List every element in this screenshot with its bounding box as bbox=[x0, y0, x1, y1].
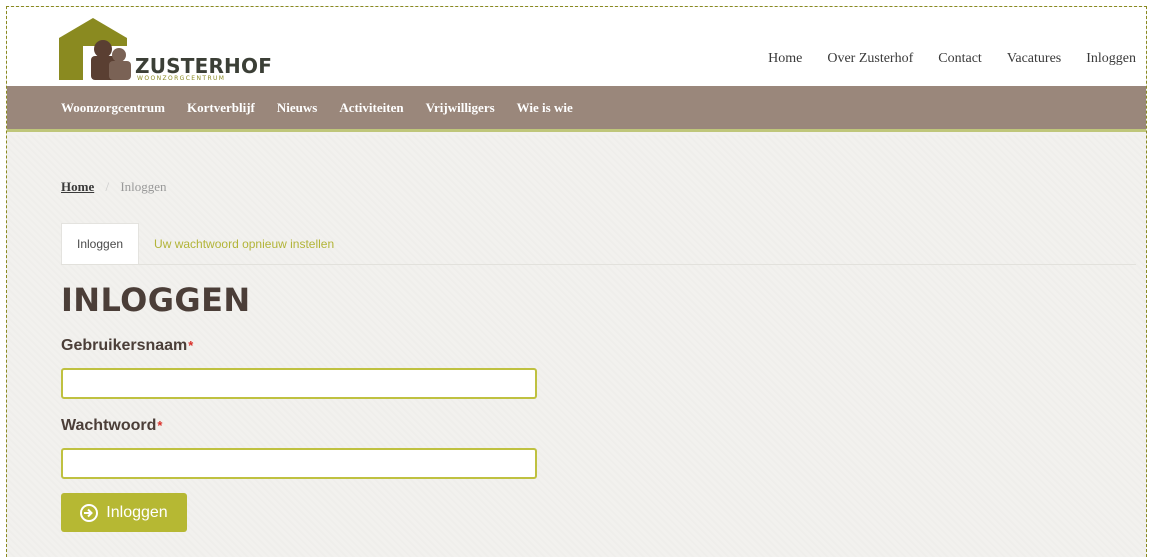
main-nav-nieuws[interactable]: Nieuws bbox=[277, 100, 317, 116]
username-input[interactable] bbox=[61, 368, 537, 399]
password-label-text: Wachtwoord bbox=[61, 417, 157, 434]
tab-inloggen[interactable]: Inloggen bbox=[61, 223, 140, 264]
login-tabs: Inloggen Uw wachtwoord opnieuw instellen bbox=[61, 223, 1136, 265]
page-frame: ZUSTERHOF WOONZORGCENTRUM Home Over Zust… bbox=[6, 6, 1147, 557]
breadcrumb-separator: / bbox=[105, 179, 110, 194]
top-nav-vacatures[interactable]: Vacatures bbox=[992, 51, 1071, 67]
tab-reset-password[interactable]: Uw wachtwoord opnieuw instellen bbox=[139, 223, 349, 264]
main-nav-vrijwilligers[interactable]: Vrijwilligers bbox=[426, 100, 495, 116]
breadcrumb: Home / Inloggen bbox=[61, 179, 167, 195]
top-nav-over-zusterhof[interactable]: Over Zusterhof bbox=[812, 51, 923, 67]
top-nav-contact[interactable]: Contact bbox=[923, 51, 992, 67]
username-label: Gebruikersnaam* bbox=[61, 337, 193, 355]
site-header: ZUSTERHOF WOONZORGCENTRUM Home Over Zust… bbox=[7, 7, 1146, 86]
site-logo[interactable]: ZUSTERHOF WOONZORGCENTRUM bbox=[57, 16, 287, 82]
breadcrumb-home-link[interactable]: Home bbox=[61, 179, 94, 194]
page-title: INLOGGEN bbox=[61, 281, 251, 319]
main-nav-woonzorgcentrum[interactable]: Woonzorgcentrum bbox=[61, 100, 165, 116]
password-required-marker: * bbox=[157, 418, 163, 433]
username-label-text: Gebruikersnaam bbox=[61, 337, 188, 354]
main-nav-kortverblijf[interactable]: Kortverblijf bbox=[187, 100, 255, 116]
login-submit-button[interactable]: Inloggen bbox=[61, 493, 187, 532]
main-nav-wie-is-wie[interactable]: Wie is wie bbox=[517, 100, 573, 116]
top-nav-inloggen[interactable]: Inloggen bbox=[1071, 51, 1146, 67]
logo-house-icon bbox=[59, 18, 131, 80]
main-navigation: Woonzorgcentrum Kortverblijf Nieuws Acti… bbox=[7, 86, 1146, 132]
top-nav-home[interactable]: Home bbox=[753, 51, 812, 67]
password-label: Wachtwoord* bbox=[61, 417, 162, 435]
main-content: Home / Inloggen Inloggen Uw wachtwoord o… bbox=[7, 135, 1146, 557]
main-nav-activiteiten[interactable]: Activiteiten bbox=[339, 100, 403, 116]
login-submit-label: Inloggen bbox=[106, 503, 168, 521]
top-navigation: Home Over Zusterhof Contact Vacatures In… bbox=[753, 51, 1146, 67]
username-required-marker: * bbox=[188, 338, 194, 353]
breadcrumb-current: Inloggen bbox=[120, 179, 167, 194]
password-input[interactable] bbox=[61, 448, 537, 479]
logo-subtitle: WOONZORGCENTRUM bbox=[137, 75, 226, 82]
sign-in-icon bbox=[80, 503, 99, 522]
